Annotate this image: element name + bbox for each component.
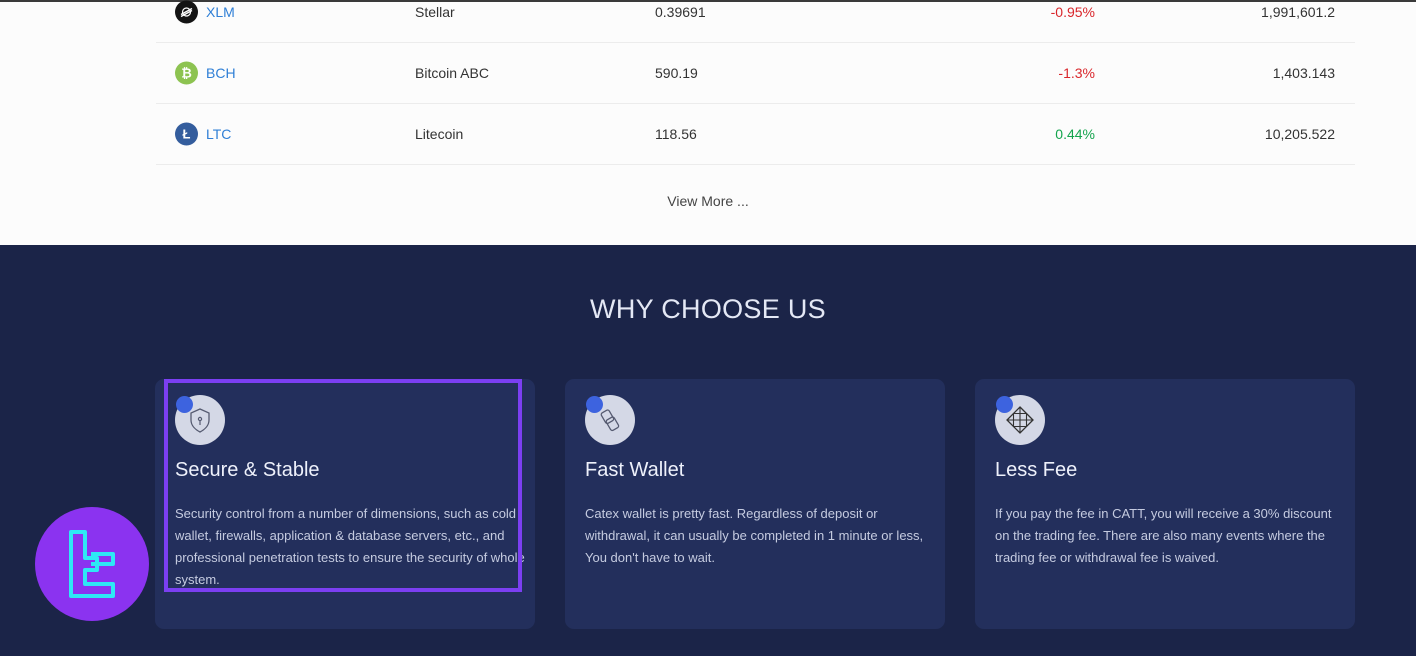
brand-logo-icon [35, 507, 149, 621]
coin-symbol-link[interactable]: BCH [206, 65, 236, 81]
coin-change: -1.3% [1058, 64, 1095, 81]
table-row[interactable]: Ł LTC Litecoin 118.56 0.44% 10,205.522 [156, 103, 1355, 165]
shield-icon [175, 395, 225, 445]
feature-card-less-fee: Less Fee If you pay the fee in CATT, you… [975, 379, 1355, 629]
table-row[interactable]: XLM Stellar 0.39691 -0.95% 1,991,601.2 [156, 0, 1355, 43]
feature-title: Fast Wallet [585, 459, 685, 481]
coin-name: Stellar [415, 3, 455, 20]
table-row[interactable]: ₿ BCH Bitcoin ABC 590.19 -1.3% 1,403.143 [156, 42, 1355, 104]
coin-symbol-link[interactable]: XLM [206, 4, 235, 20]
feature-title: Secure & Stable [175, 459, 320, 481]
stellar-icon [175, 0, 198, 23]
feature-card-secure: Secure & Stable Security control from a … [155, 379, 535, 629]
view-more-link[interactable]: View More ... [0, 193, 1416, 209]
coin-symbol-link[interactable]: LTC [206, 126, 231, 142]
coin-change: -0.95% [1050, 3, 1095, 20]
coin-volume: 1,403.143 [1272, 64, 1335, 81]
coin-price: 590.19 [655, 64, 698, 81]
feature-title: Less Fee [995, 459, 1078, 481]
section-title: WHY CHOOSE US [590, 294, 826, 324]
bitcoin-cash-icon: ₿ [175, 61, 198, 84]
coin-volume: 1,991,601.2 [1261, 3, 1335, 20]
wallet-icon [585, 395, 635, 445]
view-more-label[interactable]: View More ... [667, 193, 748, 209]
coin-change: 0.44% [1055, 125, 1095, 142]
coin-price: 118.56 [655, 125, 697, 142]
feature-description: Security control from a number of dimens… [175, 506, 525, 587]
feature-description: Catex wallet is pretty fast. Regardless … [585, 506, 924, 565]
coin-volume: 10,205.522 [1264, 125, 1335, 142]
market-table-section: XLM Stellar 0.39691 -0.95% 1,991,601.2 ₿… [0, 0, 1416, 245]
feature-card-fast-wallet: Fast Wallet Catex wallet is pretty fast.… [565, 379, 945, 629]
grid-icon [995, 395, 1045, 445]
litecoin-icon: Ł [175, 122, 198, 145]
coin-name: Litecoin [415, 125, 464, 142]
coin-name: Bitcoin ABC [415, 64, 489, 81]
coin-price: 0.39691 [655, 3, 706, 20]
feature-description: If you pay the fee in CATT, you will rec… [995, 506, 1332, 565]
